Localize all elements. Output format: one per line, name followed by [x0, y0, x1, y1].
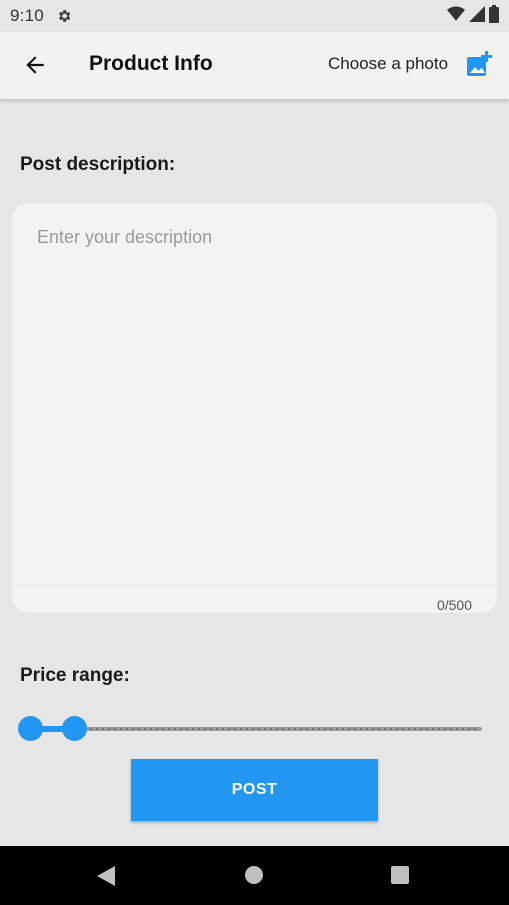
nav-home-icon[interactable]: [245, 866, 263, 884]
slider-ticks: [28, 728, 478, 730]
nav-back-icon[interactable]: [97, 866, 115, 891]
wifi-icon: [447, 6, 465, 27]
description-input[interactable]: [12, 203, 497, 584]
character-counter: 0/500: [436, 597, 472, 613]
system-nav-bar: [0, 846, 509, 905]
nav-recent-apps-icon[interactable]: [391, 866, 409, 884]
description-box: 0/500: [12, 203, 497, 613]
add-photo-button[interactable]: [465, 50, 493, 78]
slider-thumb-min[interactable]: [18, 716, 43, 741]
page-title: Product Info: [89, 52, 213, 75]
price-range-label: Price range:: [20, 665, 130, 686]
settings-gear-icon: [56, 8, 72, 24]
status-bar: 9:10: [0, 0, 509, 32]
arrow-left-icon: [26, 56, 44, 74]
app-bar: Product Info Choose a photo: [0, 32, 509, 99]
cell-signal-icon: [469, 5, 485, 27]
battery-icon: [489, 4, 499, 28]
status-icons: [447, 4, 499, 28]
price-range-slider[interactable]: [18, 714, 482, 744]
status-time: 9:10: [10, 6, 44, 25]
post-button[interactable]: POST: [131, 759, 378, 821]
back-button[interactable]: [20, 50, 50, 80]
slider-thumb-max[interactable]: [61, 716, 87, 741]
add-photo-icon: [467, 51, 492, 76]
description-underline: [12, 585, 497, 586]
choose-photo-button[interactable]: Choose a photo: [328, 54, 448, 74]
description-label: Post description:: [20, 154, 176, 175]
